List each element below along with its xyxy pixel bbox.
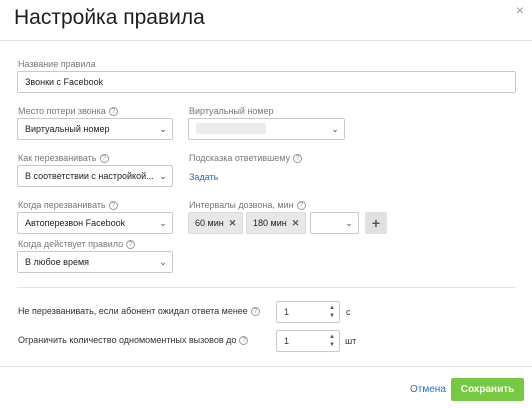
remove-icon[interactable]: ✕ (292, 218, 300, 229)
no-callback-value: 1 (284, 307, 290, 317)
set-hint-link[interactable]: Задать (189, 172, 218, 182)
rule-name-label: Название правила (18, 59, 96, 69)
how-callback-select[interactable]: В соответствии с настройкой... ⌄ (17, 165, 173, 187)
when-callback-select[interactable]: Автоперезвон Facebook ⌄ (17, 212, 173, 234)
interval-chip: 60 мин ✕ (188, 212, 244, 234)
no-callback-unit: с (346, 307, 351, 317)
remove-icon[interactable]: ✕ (229, 218, 237, 229)
limit-calls-label: Ограничить количество одномоментных вызо… (18, 335, 249, 345)
chevron-down-icon: ⌄ (331, 123, 339, 134)
header-divider (0, 40, 532, 41)
blurred-value (196, 122, 266, 134)
cancel-button[interactable]: Отмена (410, 384, 446, 395)
virtual-number-label: Виртуальный номер (189, 106, 274, 116)
stepper-arrows-icon[interactable]: ▲ ▼ (325, 333, 339, 349)
rule-name-value: Звонки с Facebook (25, 77, 104, 87)
loss-place-value: Виртуальный номер (25, 124, 110, 134)
virtual-number-select[interactable]: ⌄ (188, 118, 345, 140)
save-button[interactable]: Сохранить (451, 378, 524, 401)
rule-active-label: Когда действует правило ? (18, 239, 136, 249)
footer-divider (0, 366, 532, 367)
chevron-down-icon: ⌄ (159, 123, 167, 134)
close-icon[interactable]: × (516, 2, 524, 18)
interval-select[interactable]: ⌄ (310, 212, 359, 234)
how-callback-label: Как перезванивать ? (18, 153, 109, 163)
help-icon[interactable]: ? (296, 200, 306, 210)
help-icon[interactable]: ? (108, 200, 118, 210)
intervals-label: Интервалы дозвона, мин ? (189, 200, 306, 210)
chevron-down-icon: ⌄ (159, 256, 167, 267)
rule-settings-dialog: Настройка правила × Название правила Зво… (0, 0, 532, 408)
how-callback-value: В соответствии с настройкой... (25, 171, 154, 181)
chevron-down-icon: ⌄ (159, 217, 167, 228)
chevron-down-icon: ⌄ (159, 170, 167, 181)
limit-calls-unit: шт (345, 336, 357, 346)
dialog-title: Настройка правила (14, 6, 205, 29)
rule-active-select[interactable]: В любое время ⌄ (17, 251, 173, 273)
interval-chip: 180 мин ✕ (246, 212, 307, 234)
loss-place-select[interactable]: Виртуальный номер ⌄ (17, 118, 173, 140)
rule-name-input[interactable]: Звонки с Facebook (17, 71, 516, 93)
chevron-down-icon: ⌄ (345, 217, 353, 228)
section-divider (17, 287, 516, 288)
when-callback-value: Автоперезвон Facebook (25, 218, 126, 228)
help-icon[interactable]: ? (126, 239, 136, 249)
add-interval-button[interactable]: + (365, 212, 387, 234)
help-icon[interactable]: ? (250, 306, 260, 316)
help-icon[interactable]: ? (108, 106, 118, 116)
help-icon[interactable]: ? (239, 335, 249, 345)
no-callback-label: Не перезванивать, если абонент ожидал от… (18, 306, 260, 316)
limit-calls-value: 1 (284, 336, 290, 346)
help-icon[interactable]: ? (293, 153, 303, 163)
hint-label: Подсказка ответившему ? (189, 153, 303, 163)
loss-place-label: Место потери звонка ? (18, 106, 118, 116)
no-callback-stepper[interactable]: 1 ▲ ▼ (276, 301, 340, 323)
stepper-arrows-icon[interactable]: ▲ ▼ (325, 304, 339, 320)
when-callback-label: Когда перезванивать ? (18, 200, 118, 210)
rule-active-value: В любое время (25, 257, 90, 267)
limit-calls-stepper[interactable]: 1 ▲ ▼ (276, 330, 340, 352)
help-icon[interactable]: ? (99, 153, 109, 163)
